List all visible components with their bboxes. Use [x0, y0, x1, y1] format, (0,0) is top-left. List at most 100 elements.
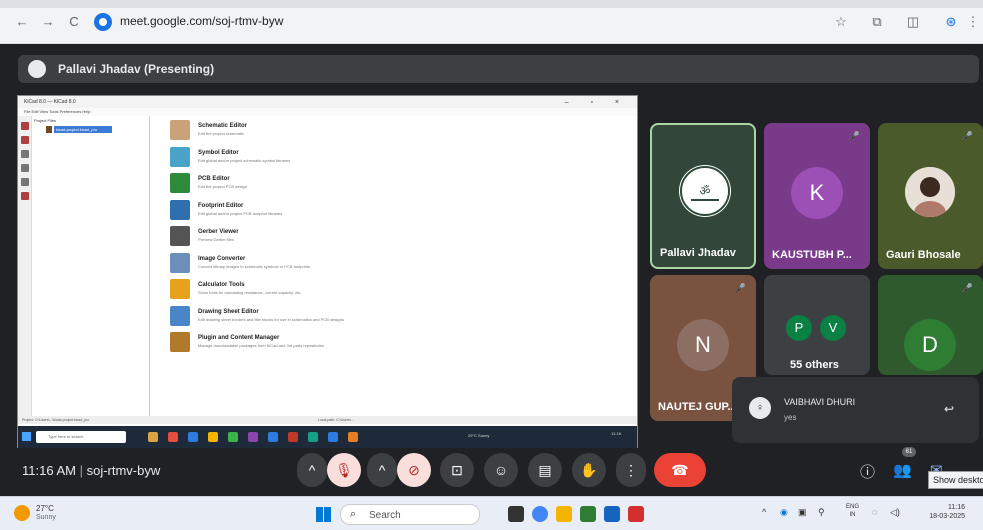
windows-start-icon[interactable] [316, 507, 331, 522]
meet-stage: Pallavi Jhadav (Presenting) KiCad 8.0 — … [0, 45, 983, 495]
reply-icon[interactable]: ↩ [944, 402, 954, 416]
mic-off-icon: 🎤 [961, 283, 973, 293]
more-options-button[interactable]: ⋮ [616, 453, 646, 487]
raise-hand-button[interactable]: ✋ [572, 453, 606, 487]
participant-tile-pallavi[interactable]: ॐ Pallavi Jhadav [650, 123, 756, 269]
kicad-launcher-item: Plugin and Content Manager Manage downloa… [170, 332, 470, 356]
task-view-icon[interactable] [508, 506, 524, 522]
app-icon [148, 432, 158, 442]
kicad-tool-icon [170, 199, 190, 220]
project-tree: Project Files kicad-project.kicad_pro [32, 116, 150, 416]
chrome-menu-icon[interactable]: ⋮ [964, 13, 982, 31]
forward-icon[interactable]: → [40, 14, 56, 30]
shared-status-text: Project: C:\Users\...\kicad-project.kica… [22, 418, 90, 422]
reactions-button[interactable]: ☺ [484, 453, 518, 487]
captions-button[interactable]: ▤ [528, 453, 562, 487]
participant-avatar: P [786, 315, 812, 341]
weather-sun-icon[interactable] [14, 505, 30, 521]
kicad-launcher-item: Calculator Tools Show tools for calculati… [170, 279, 470, 303]
participant-tile-kaustubh[interactable]: 🎤 K KAUSTUBH P... [764, 123, 870, 269]
windows-taskbar: 27°C Sunny ⌕ Search ^ ◉ ▣ ⚲ ENG IN ◌ ◁) … [0, 496, 983, 530]
chrome-icon[interactable] [532, 506, 548, 522]
profile-icon[interactable]: ⊛ [942, 13, 960, 31]
others-tile[interactable]: P V 55 others [764, 275, 870, 375]
kicad-tool-icon [170, 332, 190, 352]
app-icon [228, 432, 238, 442]
participant-tile-gauri[interactable]: 🎤 Gauri Bhosale [878, 123, 983, 269]
tray-app-icon[interactable]: ▣ [798, 507, 807, 518]
meeting-info-icon[interactable]: ⓘ [860, 461, 875, 482]
participant-photo [905, 167, 955, 217]
language-code: ENG [846, 504, 860, 510]
tool-icon [21, 122, 29, 130]
bookmark-star-icon[interactable]: ☆ [832, 13, 850, 31]
shared-taskbar-search: Type here to search [36, 431, 126, 443]
language-indicator[interactable]: ENG IN [846, 503, 859, 519]
presenter-bar: Pallavi Jhadav (Presenting) [18, 55, 979, 83]
tool-icon [21, 164, 29, 172]
shared-start-icon [22, 432, 31, 441]
kicad-tool-icon [170, 252, 190, 273]
language-region: IN [849, 512, 856, 518]
end-call-icon: ☎ [671, 462, 689, 478]
app-icon[interactable] [580, 506, 596, 522]
shared-menu-bar: File Edit View Tools Preferences Help [18, 108, 637, 116]
reload-icon[interactable]: C [66, 14, 82, 30]
file-explorer-icon[interactable] [556, 506, 572, 522]
project-tree-item: kicad-project.kicad_pro [54, 126, 112, 133]
mic-options-chevron[interactable]: ^ [297, 453, 327, 487]
system-clock[interactable]: 11:16 18-03-2025 [915, 503, 965, 521]
shared-status-right: Local path: C:\Users\... [318, 418, 354, 422]
kicad-tool-name: Symbol Editor [198, 149, 239, 156]
participant-tile-d[interactable]: 🎤 D [878, 275, 983, 375]
tray-app-icon[interactable]: ◉ [780, 507, 788, 518]
camera-options-chevron[interactable]: ^ [367, 453, 397, 487]
app-icon [308, 432, 318, 442]
wifi-icon[interactable]: ◌ [872, 507, 877, 517]
camera-toggle-button[interactable]: ⊘ [397, 453, 431, 487]
kicad-tool-name: Footprint Editor [198, 202, 244, 209]
mic-off-icon: 🎤 [848, 131, 860, 141]
people-icon[interactable]: 👥 [893, 461, 912, 479]
app-icon [348, 432, 358, 442]
hand-icon: ✋ [580, 462, 598, 478]
url-text: meet.google.com/soj-rtmv-byw [120, 14, 284, 28]
meeting-code: soj-rtmv-byw [86, 463, 161, 478]
tray-app-icon[interactable]: ⚲ [818, 507, 825, 518]
present-screen-icon: ⊡ [451, 462, 463, 478]
volume-icon[interactable]: ◁) [890, 507, 900, 518]
back-icon[interactable]: ← [14, 14, 30, 30]
participant-avatar: N [677, 319, 729, 371]
shared-window-title: KiCad 8.0 — KiCad 8.0 – ▫ × [18, 96, 637, 108]
tool-icon [21, 178, 29, 186]
present-button[interactable]: ⊡ [440, 453, 474, 487]
meeting-details: 11:16 AM | soj-rtmv-byw [22, 463, 161, 478]
kicad-tool-description: Edit global and/or project PCB footprint… [198, 210, 283, 216]
app-icon[interactable] [604, 506, 620, 522]
taskbar-search-text: Search [369, 510, 401, 521]
kicad-tool-icon [170, 173, 190, 193]
tray-chevron-icon[interactable]: ^ [762, 507, 766, 517]
app-icon [208, 432, 218, 442]
acrobat-icon[interactable] [628, 506, 644, 522]
site-info-icon[interactable] [94, 13, 112, 31]
mic-off-icon: 🎙 [335, 462, 353, 478]
leave-call-button[interactable]: ☎ [654, 453, 706, 487]
shared-taskbar-clock: 11:16 [611, 431, 621, 436]
taskbar-search[interactable]: ⌕ Search [340, 504, 480, 525]
browser-toolbar: ← → C meet.google.com/soj-rtmv-byw ☆ ⧉ ◫… [0, 0, 983, 44]
side-panel-icon[interactable]: ◫ [904, 13, 922, 31]
kicad-launcher-item: Footprint Editor Edit global and/or proje… [170, 199, 470, 224]
meeting-time: 11:16 AM [22, 463, 76, 478]
tool-icon [21, 136, 29, 144]
app-icon [248, 432, 258, 442]
captions-icon: ▤ [538, 462, 552, 478]
address-bar[interactable]: meet.google.com/soj-rtmv-byw [92, 11, 832, 33]
kicad-tool-description: Manage downloadable packages from KiCad … [198, 343, 325, 348]
chat-notification[interactable]: ♀ VAIBHAVI DHURI yes ↩ [732, 377, 979, 443]
kicad-launcher-item: Gerber Viewer Preview Gerber files [170, 226, 470, 250]
shared-left-toolbar [18, 116, 32, 416]
tool-icon [21, 150, 29, 158]
mic-toggle-button[interactable]: 🎙 [327, 453, 361, 487]
extensions-icon[interactable]: ⧉ [868, 13, 886, 31]
